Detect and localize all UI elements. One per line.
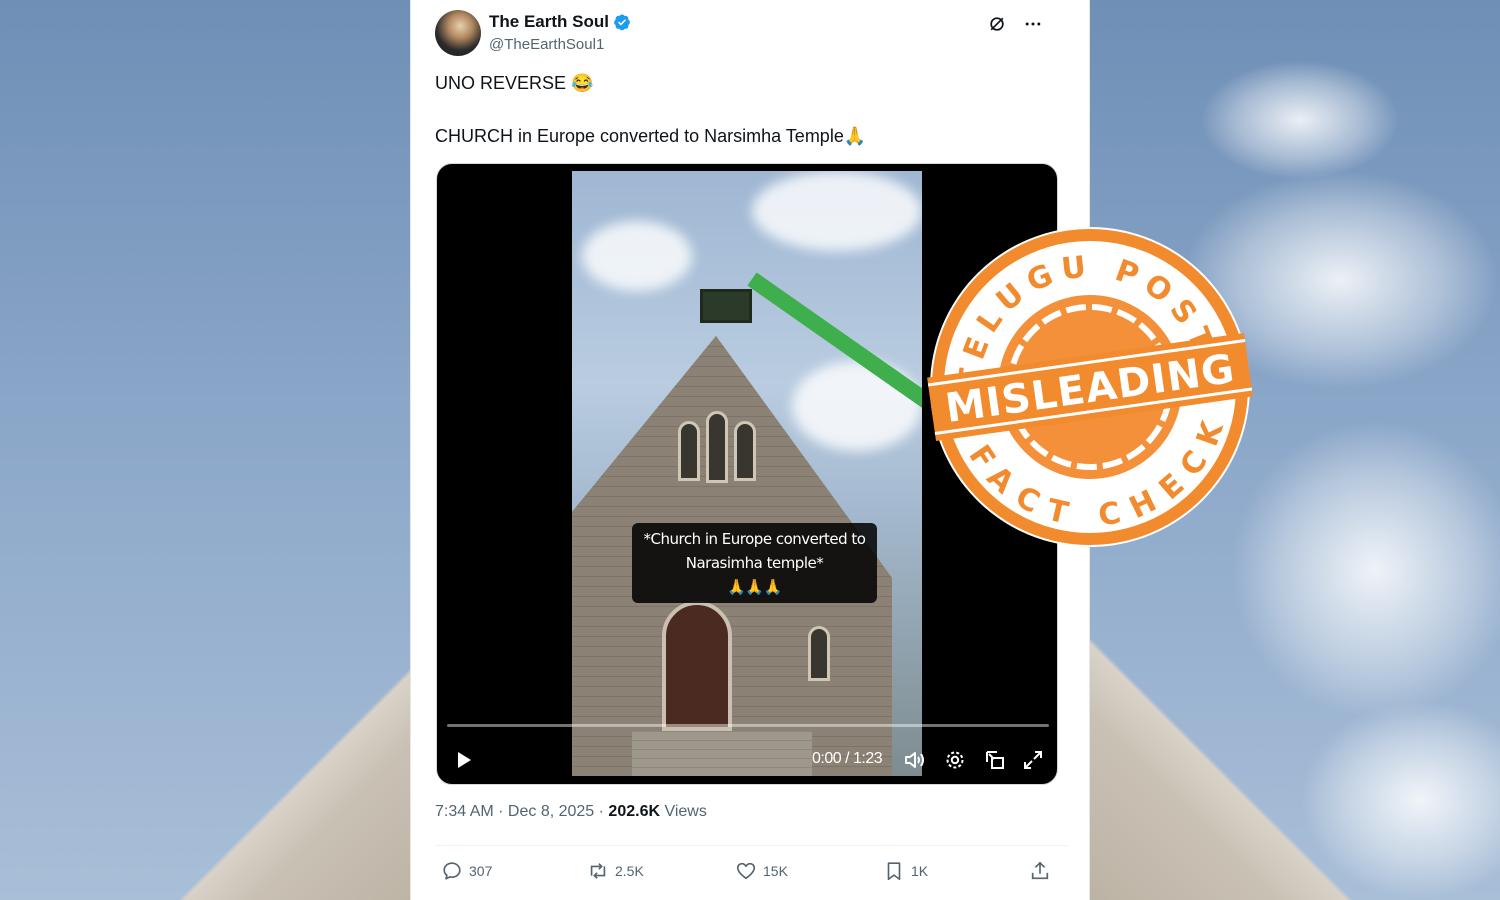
bookmark-icon — [887, 862, 901, 881]
views-label: Views — [660, 803, 707, 820]
reply-icon — [443, 862, 461, 880]
church-window — [706, 411, 728, 483]
bookmark-count: 1K — [911, 863, 929, 879]
post-text-line: UNO REVERSE 😂 — [435, 73, 594, 93]
church-window — [808, 626, 830, 681]
reply-count: 307 — [469, 863, 493, 879]
views-count: 202.6K — [608, 803, 661, 820]
post-header: The Earth Soul @TheEarthSoul1 — [435, 10, 1067, 56]
volume-icon[interactable] — [903, 748, 927, 772]
background-church-roof — [1060, 640, 1400, 900]
avatar[interactable] — [435, 10, 481, 56]
post-text-line: CHURCH in Europe converted to Narsimha T… — [435, 126, 867, 146]
church-window — [734, 421, 756, 481]
grok-icon[interactable] — [987, 14, 1007, 34]
settings-gear-icon[interactable] — [943, 748, 967, 772]
fact-check-stamp: TELUGU POST FACT CHECK MISLEADING — [927, 227, 1253, 552]
play-icon[interactable] — [451, 748, 475, 772]
video-caption-line: 🙏🙏🙏 — [727, 578, 782, 596]
video-frame[interactable]: *Church in Europe converted to Narasimha… — [572, 171, 922, 776]
post-text: UNO REVERSE 😂 CHURCH in Europe converted… — [435, 70, 1067, 176]
author-display-name[interactable]: The Earth Soul — [489, 12, 609, 32]
video-caption: *Church in Europe converted to Narasimha… — [632, 523, 877, 603]
more-options-icon[interactable] — [1023, 14, 1043, 34]
like-button[interactable]: 15K — [735, 860, 788, 882]
heart-icon — [736, 862, 756, 880]
post-actions: 307 2.5K 15K 1K — [435, 856, 1067, 888]
bookmark-button[interactable]: 1K — [883, 860, 928, 882]
video-progress-bar[interactable] — [447, 724, 1049, 727]
post-timestamp[interactable]: 7:34 AM · Dec 8, 2025 · — [435, 803, 608, 820]
background-cloud — [1200, 60, 1400, 180]
crane-basket — [700, 289, 752, 323]
repost-button[interactable]: 2.5K — [587, 860, 644, 882]
video-caption-line: *Church in Europe converted to — [643, 530, 866, 548]
video-caption-line: Narasimha temple* — [685, 554, 824, 572]
post-metadata: 7:34 AM · Dec 8, 2025 · 202.6K Views — [435, 803, 707, 821]
reply-button[interactable]: 307 — [441, 860, 492, 882]
author-handle[interactable]: @TheEarthSoul1 — [489, 36, 604, 53]
author-name-row: The Earth Soul — [489, 12, 631, 32]
fullscreen-icon[interactable] — [1021, 748, 1045, 772]
church-door — [662, 601, 732, 731]
background-church-roof — [150, 640, 450, 900]
video-cloud — [752, 171, 922, 251]
share-button[interactable] — [1029, 860, 1051, 882]
repost-icon — [590, 863, 606, 879]
video-cloud — [582, 221, 692, 291]
divider — [435, 845, 1067, 846]
video-time-display: 0:00 / 1:23 — [812, 750, 883, 767]
church-window — [678, 421, 700, 481]
share-icon — [1031, 861, 1049, 880]
repost-count: 2.5K — [615, 863, 644, 879]
pip-icon[interactable] — [983, 748, 1007, 772]
verified-badge-icon — [614, 14, 630, 31]
video-controls: 0:00 / 1:23 — [437, 744, 1057, 776]
header-actions — [987, 14, 1043, 34]
like-count: 15K — [763, 863, 788, 879]
